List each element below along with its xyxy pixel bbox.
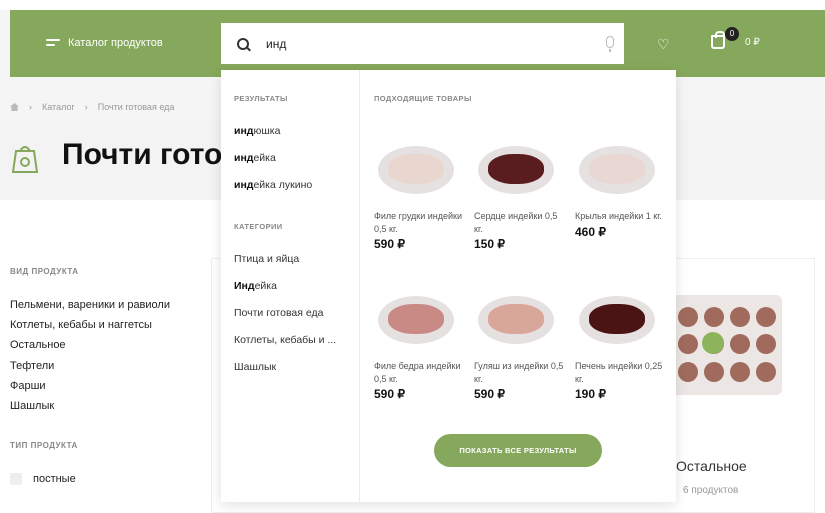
microphone-icon[interactable] <box>606 36 614 52</box>
product-card[interactable]: Печень индейки 0,25 кг. 190 ₽ <box>575 296 667 401</box>
filter-kind-list: Пельмени, вареники и равиоли Котлеты, ке… <box>10 298 170 419</box>
catalog-label: Каталог продуктов <box>68 37 163 49</box>
catalog-button[interactable]: Каталог продуктов <box>46 30 163 56</box>
breadcrumb-item[interactable]: Каталог <box>42 102 75 112</box>
product-image <box>579 146 655 194</box>
home-icon[interactable] <box>10 103 19 111</box>
search-dropdown: РЕЗУЛЬТАТЫ индюшка индейка индейка лукин… <box>221 70 676 502</box>
product-name: Филе бедра индейки 0,5 кг. <box>374 361 461 384</box>
search-box[interactable] <box>221 23 624 64</box>
product-price: 460 ₽ <box>575 224 606 239</box>
breadcrumb-item: Почти готовая еда <box>97 102 175 112</box>
search-input[interactable] <box>266 36 596 51</box>
product-card[interactable]: Гуляш из индейки 0,5 кг. 590 ₽ <box>474 296 566 401</box>
filter-item[interactable]: Фарши <box>10 379 170 399</box>
product-price: 150 ₽ <box>474 237 505 251</box>
product-food <box>589 304 645 334</box>
filter-item[interactable]: Пельмени, вареники и равиоли <box>10 298 170 318</box>
product-name: Сердце индейки 0,5 кг. <box>474 211 558 234</box>
cart-bag-icon[interactable] <box>711 31 725 49</box>
filter-item[interactable]: Шашлык <box>10 399 170 419</box>
product-food <box>388 154 444 184</box>
filter-kind-heading: ВИД ПРОДУКТА <box>10 267 79 276</box>
results-heading: РЕЗУЛЬТАТЫ <box>234 94 288 103</box>
category-suggestion[interactable]: Птица и яйца <box>234 253 299 265</box>
filter-item[interactable]: Тефтели <box>10 359 170 379</box>
filter-item[interactable]: Котлеты, кебабы и наггетсы <box>10 318 170 338</box>
product-food <box>488 154 544 184</box>
breadcrumb: › Каталог › Почти готовая еда <box>10 102 174 112</box>
product-image <box>478 296 554 344</box>
category-card-count: 6 продуктов <box>683 485 739 496</box>
category-card-image <box>670 295 782 395</box>
result-suggestion[interactable]: индейка лукино <box>234 179 312 191</box>
product-image <box>478 146 554 194</box>
product-food <box>589 154 645 184</box>
product-price: 590 ₽ <box>374 237 405 251</box>
category-suggestion[interactable]: Почти готовая еда <box>234 307 323 319</box>
category-card-title[interactable]: Остальное <box>676 458 747 474</box>
cart-total[interactable]: 0 ₽ <box>745 37 760 48</box>
product-card[interactable]: Сердце индейки 0,5 кг. 150 ₽ <box>474 146 566 251</box>
product-name: Филе грудки индейки 0,5 кг. <box>374 211 462 234</box>
product-card[interactable]: Филе бедра индейки 0,5 кг. 590 ₽ <box>374 296 466 401</box>
product-price: 190 ₽ <box>575 387 606 401</box>
filter-checkbox-label[interactable]: постные <box>33 473 76 485</box>
product-food <box>388 304 444 334</box>
categories-heading: КАТЕГОРИИ <box>234 222 283 231</box>
favorites-heart-icon[interactable]: ♡ <box>657 37 670 51</box>
leaf-label-icon <box>702 332 724 354</box>
cart-count-badge: 0 <box>725 27 739 41</box>
product-image <box>378 146 454 194</box>
menu-icon <box>46 38 60 48</box>
filter-item[interactable]: Остальное <box>10 338 170 358</box>
breadcrumb-separator: › <box>29 102 32 112</box>
result-suggestion[interactable]: индейка <box>234 152 276 164</box>
filter-checkbox[interactable] <box>10 473 22 485</box>
product-price: 590 ₽ <box>474 387 505 401</box>
category-suggestion[interactable]: Котлеты, кебабы и ... <box>234 334 336 346</box>
products-heading: ПОДХОДЯЩИЕ ТОВАРЫ <box>374 94 472 103</box>
breadcrumb-separator: › <box>84 102 88 112</box>
filter-type-heading: ТИП ПРОДУКТА <box>10 441 78 450</box>
result-suggestion[interactable]: индюшка <box>234 125 280 137</box>
product-name: Гуляш из индейки 0,5 кг. <box>474 361 564 384</box>
product-card[interactable]: Филе грудки индейки 0,5 кг. 590 ₽ <box>374 146 466 251</box>
show-all-results-button[interactable]: ПОКАЗАТЬ ВСЕ РЕЗУЛЬТАТЫ <box>434 434 602 467</box>
category-suggestion[interactable]: Шашлык <box>234 361 276 373</box>
food-bag-icon <box>11 146 39 173</box>
product-image <box>378 296 454 344</box>
product-image <box>579 296 655 344</box>
product-card[interactable]: Крылья индейки 1 кг. 460 ₽ <box>575 146 667 239</box>
top-strip <box>0 0 825 10</box>
product-food <box>488 304 544 334</box>
category-suggestion[interactable]: Индейка <box>234 280 277 292</box>
product-name: Крылья индейки 1 кг. <box>575 211 662 221</box>
search-icon <box>237 37 249 50</box>
product-price: 590 ₽ <box>374 387 405 401</box>
product-name: Печень индейки 0,25 кг. <box>575 361 663 384</box>
